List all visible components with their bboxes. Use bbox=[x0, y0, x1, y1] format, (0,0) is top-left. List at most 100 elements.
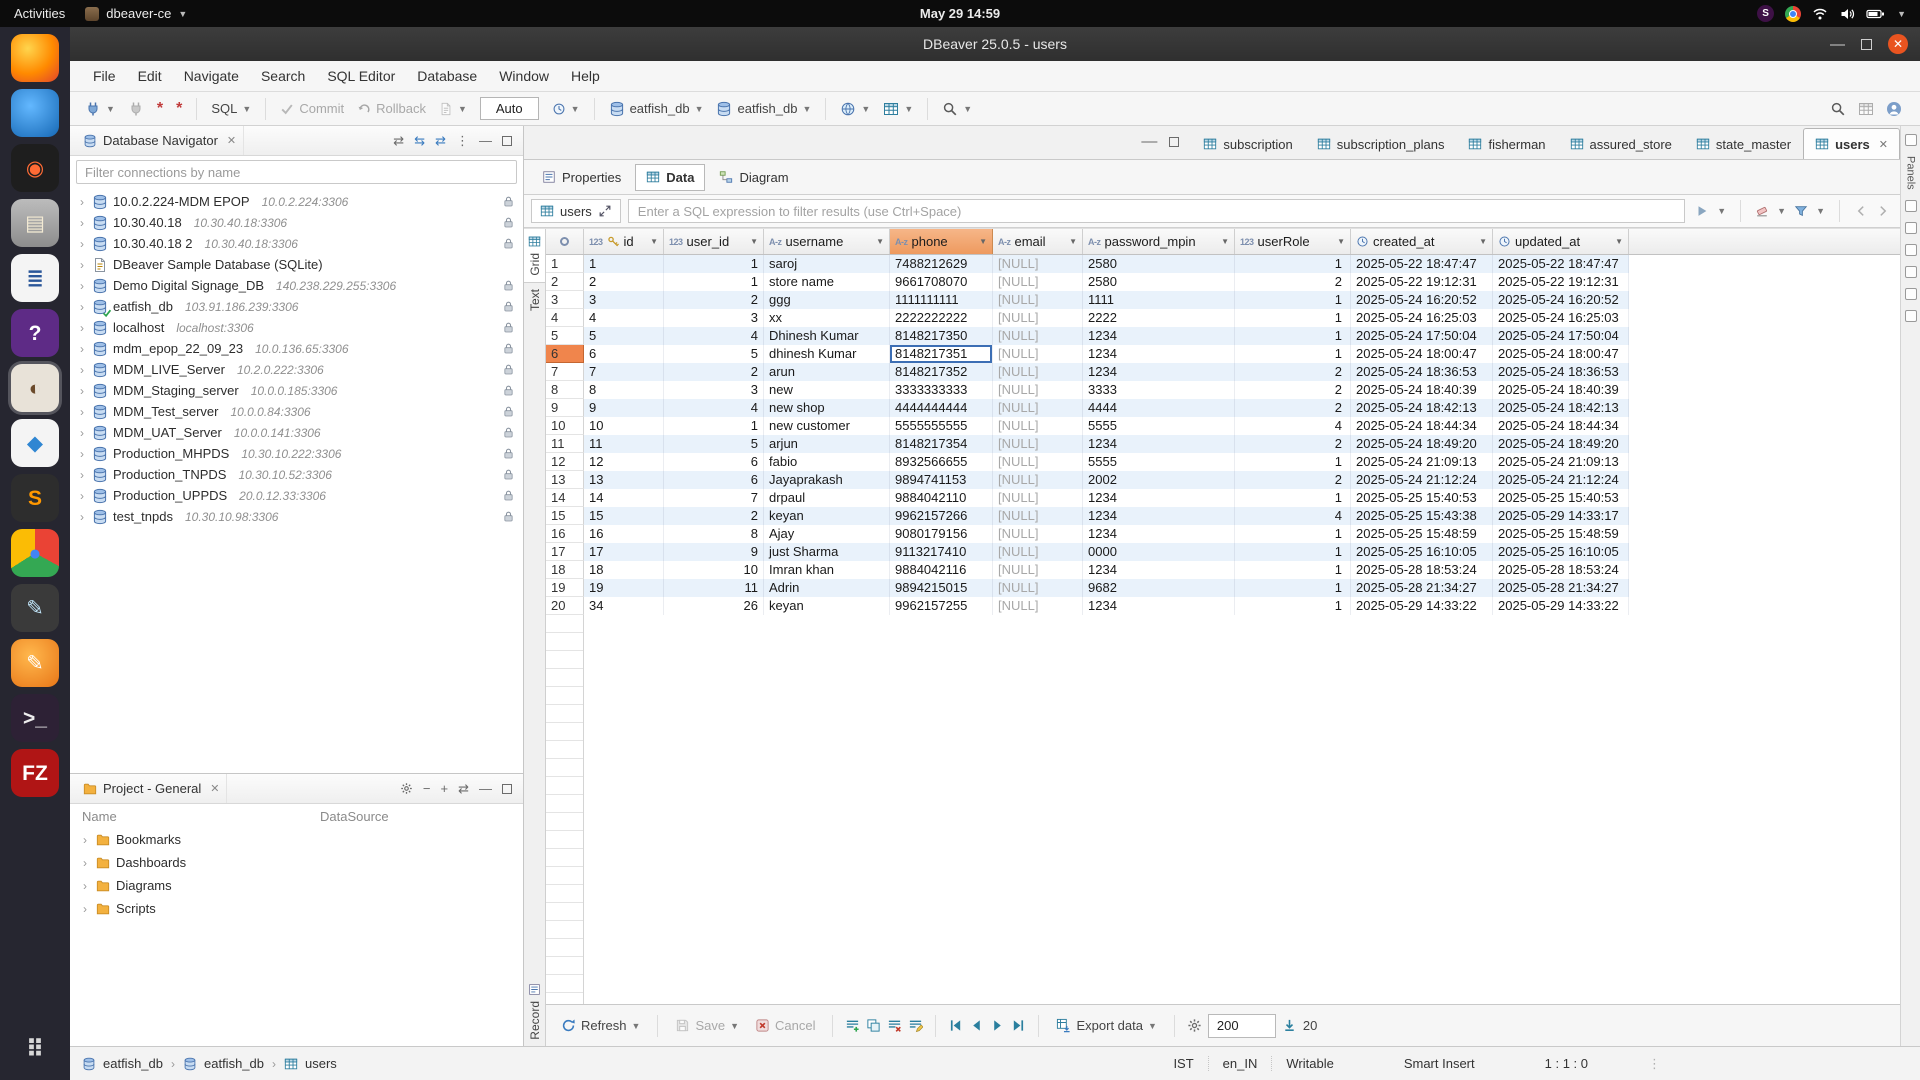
cell-id[interactable]: 34 bbox=[584, 597, 664, 615]
minimize-editor-icon[interactable]: — bbox=[1141, 133, 1157, 151]
connection-item[interactable]: › DBeaver Sample Database (SQLite) bbox=[70, 254, 523, 275]
cell-created-at[interactable]: 2025-05-28 18:53:24 bbox=[1351, 561, 1493, 579]
select-all-corner[interactable] bbox=[546, 229, 584, 254]
project-general-tab[interactable]: Project - General ✕ bbox=[76, 774, 227, 803]
cell-created-at[interactable]: 2025-05-25 16:10:05 bbox=[1351, 543, 1493, 561]
cell-phone[interactable]: 8932566655 bbox=[890, 453, 993, 471]
cell-password-mpin[interactable]: 2222 bbox=[1083, 309, 1235, 327]
previous-page-icon[interactable] bbox=[969, 1018, 984, 1033]
row-number-cell[interactable]: 13 bbox=[546, 471, 584, 489]
cell-created-at[interactable]: 2025-05-24 18:00:47 bbox=[1351, 345, 1493, 363]
cell-phone[interactable]: 1111111111 bbox=[890, 291, 993, 309]
maximize-window-icon[interactable] bbox=[1861, 39, 1872, 50]
schema-selector[interactable]: eatfish_db▼ bbox=[711, 98, 816, 120]
table-row[interactable]: 18 18 10 Imran khan 9884042116 [NULL] 12… bbox=[546, 561, 1629, 579]
cell-id[interactable]: 15 bbox=[584, 507, 664, 525]
column-filter-arrow-icon[interactable]: ▼ bbox=[1069, 237, 1077, 246]
cell-username[interactable]: saroj bbox=[764, 255, 890, 273]
cell-updated-at[interactable]: 2025-05-29 14:33:22 bbox=[1493, 597, 1629, 615]
cell-password-mpin[interactable]: 1234 bbox=[1083, 525, 1235, 543]
cell-userrole[interactable]: 1 bbox=[1235, 291, 1351, 309]
project-tree-item[interactable]: › Bookmarks bbox=[70, 828, 523, 851]
breadcrumb-schema[interactable]: eatfish_db bbox=[204, 1056, 264, 1071]
breadcrumb-table[interactable]: users bbox=[305, 1056, 337, 1071]
menu-item[interactable]: Database bbox=[406, 61, 488, 91]
cell-updated-at[interactable]: 2025-05-24 18:40:39 bbox=[1493, 381, 1629, 399]
cell-id[interactable]: 2 bbox=[584, 273, 664, 291]
help-icon[interactable]: ? bbox=[11, 309, 59, 357]
table-row[interactable]: 9 9 4 new shop 4444444444 [NULL] 4444 2 bbox=[546, 399, 1629, 417]
cell-email[interactable]: [NULL] bbox=[993, 543, 1083, 561]
menu-item[interactable]: File bbox=[82, 61, 127, 91]
search-icon[interactable] bbox=[1830, 101, 1846, 117]
database-selector[interactable]: eatfish_db▼ bbox=[604, 98, 709, 120]
cell-user-id[interactable]: 11 bbox=[664, 579, 764, 597]
menu-item[interactable]: SQL Editor bbox=[316, 61, 406, 91]
cell-userrole[interactable]: 4 bbox=[1235, 507, 1351, 525]
activities-button[interactable]: Activities bbox=[14, 6, 65, 21]
transaction-log-button[interactable]: ▼ bbox=[434, 99, 472, 119]
cell-created-at[interactable]: 2025-05-24 21:09:13 bbox=[1351, 453, 1493, 471]
editor-tab[interactable]: subscription_plans ✕ bbox=[1305, 128, 1457, 159]
cell-email[interactable]: [NULL] bbox=[993, 471, 1083, 489]
expander-icon[interactable]: › bbox=[77, 510, 87, 524]
cell-created-at[interactable]: 2025-05-24 21:12:24 bbox=[1351, 471, 1493, 489]
cell-password-mpin[interactable]: 2580 bbox=[1083, 255, 1235, 273]
sql-editor-button[interactable]: SQL▼ bbox=[206, 98, 256, 119]
column-header-email[interactable]: A-z email ▼ bbox=[993, 229, 1083, 254]
timezone-indicator[interactable]: IST bbox=[1159, 1056, 1207, 1071]
table-tools-button[interactable]: ▼ bbox=[878, 98, 918, 120]
cell-username[interactable]: new customer bbox=[764, 417, 890, 435]
cell-username[interactable]: keyan bbox=[764, 597, 890, 615]
open-sql-script-icon[interactable]: * bbox=[152, 98, 168, 120]
cell-email[interactable]: [NULL] bbox=[993, 381, 1083, 399]
column-filter-arrow-icon[interactable]: ▼ bbox=[876, 237, 884, 246]
add-row-icon[interactable] bbox=[845, 1018, 860, 1033]
clock[interactable]: May 29 14:59 bbox=[920, 6, 1000, 21]
table-row[interactable]: 11 11 5 arjun 8148217354 [NULL] 1234 2 2 bbox=[546, 435, 1629, 453]
cell-user-id[interactable]: 1 bbox=[664, 255, 764, 273]
minimize-panel-icon[interactable]: — bbox=[479, 133, 492, 148]
cell-email[interactable]: [NULL] bbox=[993, 453, 1083, 471]
connection-item[interactable]: › Demo Digital Signage_DB 140.238.229.25… bbox=[70, 275, 523, 296]
cell-username[interactable]: Dhinesh Kumar bbox=[764, 327, 890, 345]
cell-userrole[interactable]: 1 bbox=[1235, 597, 1351, 615]
expander-icon[interactable]: › bbox=[77, 258, 87, 272]
expander-icon[interactable]: › bbox=[80, 902, 90, 916]
duplicate-row-icon[interactable] bbox=[866, 1018, 881, 1033]
expand-icon[interactable] bbox=[598, 204, 612, 218]
battery-icon[interactable] bbox=[1866, 6, 1886, 22]
expander-icon[interactable]: › bbox=[80, 879, 90, 893]
cell-username[interactable]: store name bbox=[764, 273, 890, 291]
cell-user-id[interactable]: 2 bbox=[664, 363, 764, 381]
table-row[interactable]: 2 2 1 store name 9661708070 [NULL] 2580 … bbox=[546, 273, 1629, 291]
connection-item[interactable]: › mdm_epop_22_09_23 10.0.136.65:3306 bbox=[70, 338, 523, 359]
cell-username[interactable]: dhinesh Kumar bbox=[764, 345, 890, 363]
column-filter-arrow-icon[interactable]: ▼ bbox=[750, 237, 758, 246]
cell-password-mpin[interactable]: 2002 bbox=[1083, 471, 1235, 489]
cell-user-id[interactable]: 9 bbox=[664, 543, 764, 561]
cell-password-mpin[interactable]: 1234 bbox=[1083, 435, 1235, 453]
cell-email[interactable]: [NULL] bbox=[993, 507, 1083, 525]
table-row[interactable]: 13 13 6 Jayaprakash 9894741153 [NULL] 20… bbox=[546, 471, 1629, 489]
cell-id[interactable]: 11 bbox=[584, 435, 664, 453]
firefox-icon[interactable] bbox=[11, 34, 59, 82]
cell-created-at[interactable]: 2025-05-25 15:40:53 bbox=[1351, 489, 1493, 507]
cell-created-at[interactable]: 2025-05-24 18:40:39 bbox=[1351, 381, 1493, 399]
cancel-button[interactable]: Cancel bbox=[750, 1015, 820, 1036]
row-number-cell[interactable]: 10 bbox=[546, 417, 584, 435]
cell-user-id[interactable]: 4 bbox=[664, 399, 764, 417]
cell-phone[interactable]: 9962157255 bbox=[890, 597, 993, 615]
next-page-icon[interactable] bbox=[990, 1018, 1005, 1033]
table-row[interactable]: 19 19 11 Adrin 9894215015 [NULL] 9682 1 bbox=[546, 579, 1629, 597]
caret-position-indicator[interactable]: 1 : 1 : 0 bbox=[1531, 1056, 1602, 1071]
connection-item[interactable]: › localhost localhost:3306 bbox=[70, 317, 523, 338]
cell-password-mpin[interactable]: 1234 bbox=[1083, 507, 1235, 525]
cell-created-at[interactable]: 2025-05-24 16:20:52 bbox=[1351, 291, 1493, 309]
refresh-button[interactable]: Refresh▼ bbox=[556, 1015, 645, 1036]
cell-user-id[interactable]: 4 bbox=[664, 327, 764, 345]
connection-item[interactable]: › 10.30.40.18 10.30.40.18:3306 bbox=[70, 212, 523, 233]
row-number-cell[interactable]: 3 bbox=[546, 291, 584, 309]
collapse-all-icon[interactable]: ⇄ bbox=[393, 133, 404, 149]
menu-item[interactable]: Search bbox=[250, 61, 316, 91]
